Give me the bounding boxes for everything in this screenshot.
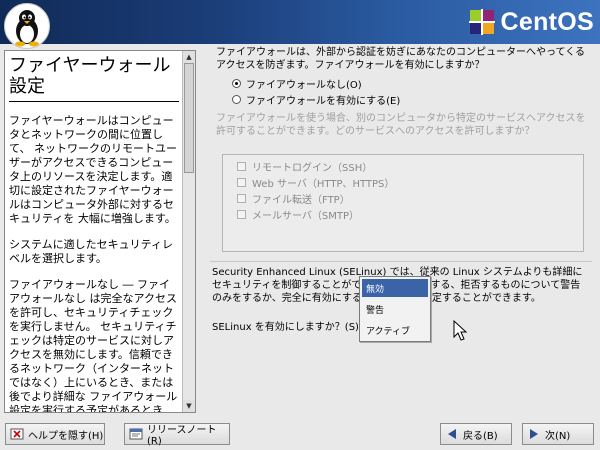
selinux-prompt: SELinux を有効にしますか？(S): [212, 322, 359, 333]
tux-logo-icon: [4, 3, 50, 49]
selinux-option-disabled[interactable]: 無効: [362, 279, 428, 297]
radio-no-firewall[interactable]: ファイアウォールなし(O): [232, 76, 362, 91]
button-label: リリースノート(R): [147, 425, 217, 447]
service-label: Web サーバ（HTTP、HTTPS）: [252, 178, 395, 190]
divider: [210, 261, 592, 262]
header-banner: CentOS: [0, 0, 600, 49]
button-label: ヘルプを隠す(H): [28, 430, 104, 442]
release-notes-button[interactable]: リリースノート(R): [124, 423, 230, 447]
help-content: ファイヤーウォール設定 ファイヤーウォールはコンピュータとネットワークの間に位置…: [5, 51, 183, 413]
services-description: ファイアウォールを使う場合、別のコンピュータから特定のサービスへアクセスを許可す…: [216, 113, 586, 137]
radio-enable-firewall[interactable]: ファイアウォールを有効にする(E): [232, 92, 401, 107]
help-paragraph: ファイヤーウォールはコンピュータとネットワークの間に位置して、 ネットワークのリ…: [9, 114, 177, 225]
help-paragraph: システムに適したセキュリティレベルを選択します。: [9, 238, 174, 265]
checkbox-icon[interactable]: [237, 209, 246, 219]
radio-selected-icon[interactable]: [232, 78, 241, 88]
service-smtp[interactable]: メールサーバ（SMTP）: [237, 207, 360, 222]
mouse-pointer-icon: [453, 320, 468, 341]
radio-label: ファイアウォールを有効にする(E): [246, 95, 401, 107]
arrow-left-icon: [448, 429, 456, 439]
service-ssh[interactable]: リモートログイン（SSH）: [237, 159, 373, 174]
checkbox-icon[interactable]: [237, 161, 246, 171]
arrow-right-icon: [530, 429, 538, 439]
hide-help-button[interactable]: ヘルプを隠す(H): [5, 423, 105, 445]
radio-label: ファイアウォールなし(O): [246, 79, 362, 91]
centos-logo-icon: [468, 9, 495, 35]
button-label: 戻る(B): [463, 430, 498, 442]
hide-help-icon: [10, 428, 24, 440]
checkbox-icon[interactable]: [237, 177, 246, 187]
help-panel: ファイヤーウォール設定 ファイヤーウォールはコンピュータとネットワークの間に位置…: [4, 50, 196, 413]
next-button[interactable]: 次(N): [522, 423, 594, 445]
main-content: ファイアウォールは、外部から認証を妨ぎにあなたのコンピューターへやってくるアクセ…: [206, 44, 600, 422]
scroll-down-icon[interactable]: ▼: [183, 400, 195, 412]
firewall-question: ファイアウォールは、外部から認証を妨ぎにあなたのコンピューターへやってくるアクセ…: [216, 47, 585, 71]
help-title: ファイヤーウォール設定: [9, 55, 179, 102]
back-button[interactable]: 戻る(B): [440, 423, 512, 445]
radio-unselected-icon[interactable]: [232, 94, 241, 104]
selinux-option-warn[interactable]: 警告: [362, 300, 428, 318]
service-ftp[interactable]: ファイル転送（FTP）: [237, 191, 350, 206]
selinux-dropdown-menu[interactable]: 無効 警告 アクティブ: [359, 276, 431, 342]
service-label: ファイル転送（FTP）: [252, 194, 350, 206]
help-paragraph: ファイアウォールなし ― ファイアウォールなし は完全なアクセスを許可し、セキュ…: [9, 278, 178, 413]
help-scrollbar[interactable]: ▲ ▼: [182, 51, 195, 412]
service-http[interactable]: Web サーバ（HTTP、HTTPS）: [237, 175, 395, 190]
scrollbar-thumb[interactable]: [184, 63, 194, 173]
service-label: メールサーバ（SMTP）: [252, 210, 360, 222]
services-list: リモートログイン（SSH） Web サーバ（HTTP、HTTPS） ファイル転送…: [222, 154, 584, 252]
scroll-up-icon[interactable]: ▲: [183, 51, 195, 63]
button-label: 次(N): [545, 430, 571, 442]
service-label: リモートログイン（SSH）: [252, 162, 373, 174]
selinux-option-active[interactable]: アクティブ: [362, 321, 428, 339]
checkbox-icon[interactable]: [237, 193, 246, 203]
release-notes-icon: [129, 428, 143, 440]
centos-brand: CentOS: [467, 6, 594, 38]
brand-name: CentOS: [500, 7, 594, 36]
